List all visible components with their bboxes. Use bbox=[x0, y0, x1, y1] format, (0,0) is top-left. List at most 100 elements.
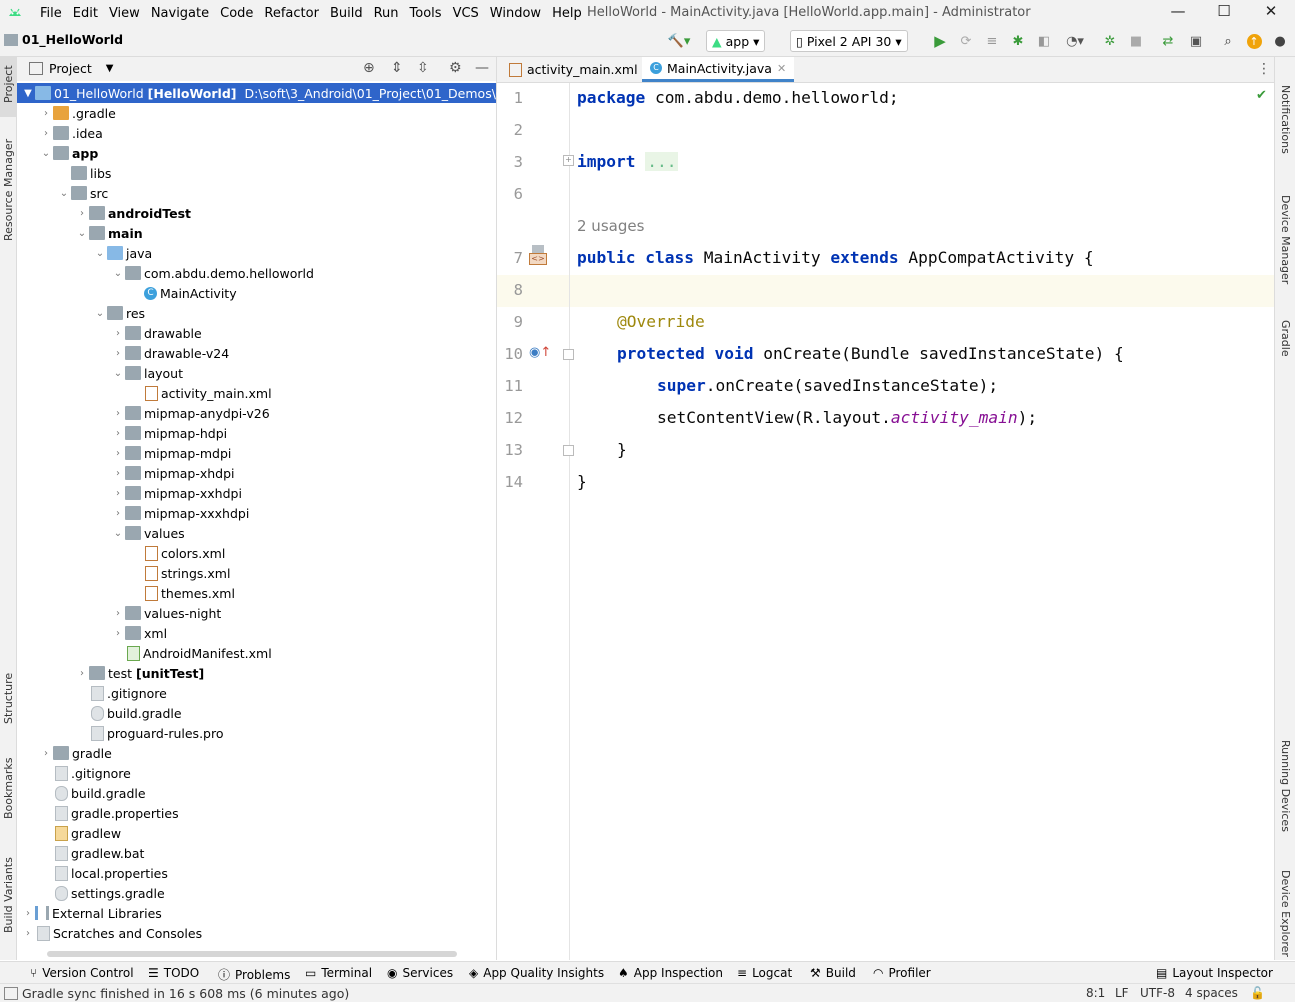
tool-terminal[interactable]: ▭ Terminal bbox=[305, 966, 372, 980]
tree-node[interactable]: themes.xml bbox=[129, 583, 235, 603]
collapse-all-icon[interactable]: ⇳ bbox=[417, 60, 429, 76]
menu-run[interactable]: Run bbox=[374, 6, 399, 21]
tree-node[interactable]: strings.xml bbox=[129, 563, 230, 583]
device-manager-icon[interactable]: ▣ bbox=[1186, 31, 1206, 51]
tree-node[interactable]: › mipmap-xxhdpi bbox=[111, 483, 242, 503]
tool-version-control[interactable]: ⑂ Version Control bbox=[30, 966, 134, 980]
override-method-icon[interactable]: ◉↑ bbox=[529, 345, 551, 360]
tree-node[interactable]: › mipmap-xhdpi bbox=[111, 463, 235, 483]
menu-build[interactable]: Build bbox=[330, 6, 363, 21]
project-breadcrumb[interactable]: 01_HelloWorld bbox=[4, 32, 123, 47]
tree-node[interactable]: activity_main.xml bbox=[129, 383, 272, 403]
tab-build-variants[interactable]: Build Variants bbox=[0, 857, 16, 957]
tab-running-devices[interactable]: Running Devices bbox=[1278, 722, 1294, 832]
run-icon[interactable]: ▶ bbox=[930, 31, 950, 51]
tree-node[interactable]: ⌄ java bbox=[93, 243, 152, 263]
locate-file-icon[interactable]: ⊕ bbox=[363, 60, 375, 76]
tree-node[interactable]: build.gradle bbox=[39, 783, 146, 803]
tree-node[interactable]: › Scratches and Consoles bbox=[21, 923, 202, 943]
tool-layout-inspector[interactable]: ▤ Layout Inspector bbox=[1156, 966, 1273, 980]
tab-device-manager[interactable]: Device Manager bbox=[1278, 177, 1294, 287]
horizontal-scrollbar[interactable] bbox=[47, 951, 457, 957]
tree-node[interactable]: › androidTest bbox=[75, 203, 191, 223]
hide-panel-icon[interactable]: — bbox=[475, 60, 489, 76]
project-view-select[interactable]: Project ▼ bbox=[29, 61, 113, 76]
tab-gradle[interactable]: Gradle bbox=[1278, 302, 1294, 362]
menu-edit[interactable]: Edit bbox=[73, 6, 98, 21]
tree-node[interactable]: proguard-rules.pro bbox=[75, 723, 224, 743]
tree-node[interactable]: ⌄ com.abdu.demo.helloworld bbox=[111, 263, 314, 283]
tree-node[interactable]: gradlew.bat bbox=[39, 843, 144, 863]
tree-node[interactable]: › .idea bbox=[39, 123, 103, 143]
tree-node[interactable]: ⌄ app bbox=[39, 143, 99, 163]
menu-tools[interactable]: Tools bbox=[410, 6, 442, 21]
device-select[interactable]: ▯ Pixel 2 API 30 ▾ bbox=[790, 30, 908, 52]
tree-node[interactable]: › xml bbox=[111, 623, 167, 643]
fold-collapse-icon[interactable] bbox=[563, 349, 574, 360]
tree-node[interactable]: .gitignore bbox=[75, 683, 167, 703]
profile-icon[interactable]: ◔▾ bbox=[1060, 31, 1090, 51]
tab-device-explorer[interactable]: Device Explorer bbox=[1278, 852, 1294, 957]
run-config-select[interactable]: ▲ app ▾ bbox=[706, 30, 766, 52]
tree-node[interactable]: local.properties bbox=[39, 863, 168, 883]
tree-node[interactable]: colors.xml bbox=[129, 543, 225, 563]
tree-node[interactable]: ⌄ src bbox=[57, 183, 108, 203]
search-icon[interactable]: ⌕ bbox=[1218, 31, 1238, 51]
menu-help[interactable]: Help bbox=[552, 6, 582, 21]
tree-node[interactable]: › mipmap-xxxhdpi bbox=[111, 503, 249, 523]
tree-node[interactable]: ⌄ main bbox=[75, 223, 143, 243]
tool-app-inspection[interactable]: ♠ App Inspection bbox=[618, 966, 723, 980]
tree-node[interactable]: gradlew bbox=[39, 823, 121, 843]
indent-setting[interactable]: 4 spaces bbox=[1185, 986, 1238, 1000]
tree-node[interactable]: › drawable-v24 bbox=[111, 343, 229, 363]
sync-gradle-icon[interactable]: ⇄ bbox=[1158, 31, 1178, 51]
menu-navigate[interactable]: Navigate bbox=[151, 6, 209, 21]
usages-hint[interactable]: 2 usages bbox=[577, 217, 644, 235]
tree-node[interactable]: › mipmap-mdpi bbox=[111, 443, 231, 463]
status-message[interactable]: Gradle sync finished in 16 s 608 ms (6 m… bbox=[22, 986, 349, 1001]
menu-view[interactable]: View bbox=[109, 6, 140, 21]
lock-icon[interactable]: 🔓 bbox=[1250, 986, 1265, 1000]
tree-node[interactable]: build.gradle bbox=[75, 703, 182, 723]
tree-node[interactable]: libs bbox=[57, 163, 111, 183]
close-window-button[interactable]: ✕ bbox=[1248, 2, 1294, 24]
line-separator[interactable]: LF bbox=[1115, 986, 1129, 1000]
menu-refactor[interactable]: Refactor bbox=[264, 6, 319, 21]
toggle-tool-windows-icon[interactable] bbox=[4, 987, 18, 1000]
menu-window[interactable]: Window bbox=[490, 6, 541, 21]
tab-structure[interactable]: Structure bbox=[0, 672, 16, 742]
tree-node[interactable]: AndroidManifest.xml bbox=[111, 643, 272, 663]
related-layout-icon[interactable]: <> bbox=[529, 245, 547, 267]
tab-bookmarks[interactable]: Bookmarks bbox=[0, 757, 16, 837]
tab-notifications[interactable]: Notifications bbox=[1278, 67, 1294, 177]
debug-icon[interactable]: ✱ bbox=[1008, 31, 1028, 51]
tree-node[interactable]: ⌄ values bbox=[111, 523, 185, 543]
menu-file[interactable]: File bbox=[40, 6, 62, 21]
more-tabs-icon[interactable]: ⋮ bbox=[1257, 61, 1271, 77]
expand-all-icon[interactable]: ⇕ bbox=[391, 60, 403, 76]
menu-code[interactable]: Code bbox=[220, 6, 253, 21]
tool-profiler[interactable]: ◠ Profiler bbox=[873, 966, 931, 980]
folded-imports[interactable]: ... bbox=[645, 152, 679, 171]
fold-expand-icon[interactable]: + bbox=[563, 155, 574, 166]
tab-resource-manager[interactable]: Resource Manager bbox=[0, 137, 16, 257]
tab-main-activity-java[interactable]: C MainActivity.java ✕ bbox=[642, 57, 795, 82]
tab-activity-main-xml[interactable]: activity_main.xml ✕ bbox=[501, 57, 660, 82]
close-tab-icon[interactable]: ✕ bbox=[777, 62, 786, 75]
tab-project[interactable]: Project bbox=[0, 57, 16, 117]
tool-todo[interactable]: ☰ TODO bbox=[148, 966, 199, 980]
tree-node[interactable]: ⌄ layout bbox=[111, 363, 183, 383]
tree-node[interactable]: › mipmap-hdpi bbox=[111, 423, 227, 443]
tree-node[interactable]: › values-night bbox=[111, 603, 221, 623]
tree-node[interactable]: › External Libraries bbox=[21, 903, 162, 923]
tree-node[interactable]: › gradle bbox=[39, 743, 112, 763]
tree-node[interactable]: settings.gradle bbox=[39, 883, 165, 903]
update-icon[interactable]: ↑ bbox=[1244, 31, 1264, 51]
tool-app-quality-insights[interactable]: ◈ App Quality Insights bbox=[469, 966, 604, 980]
tool-problems[interactable]: ⓘ Problems bbox=[218, 966, 290, 983]
tool-build[interactable]: ⚒ Build bbox=[810, 966, 856, 980]
menu-vcs[interactable]: VCS bbox=[453, 6, 479, 21]
account-icon[interactable]: ● bbox=[1270, 31, 1290, 51]
tree-node[interactable]: C MainActivity bbox=[129, 283, 237, 303]
tree-node[interactable]: .gitignore bbox=[39, 763, 131, 783]
